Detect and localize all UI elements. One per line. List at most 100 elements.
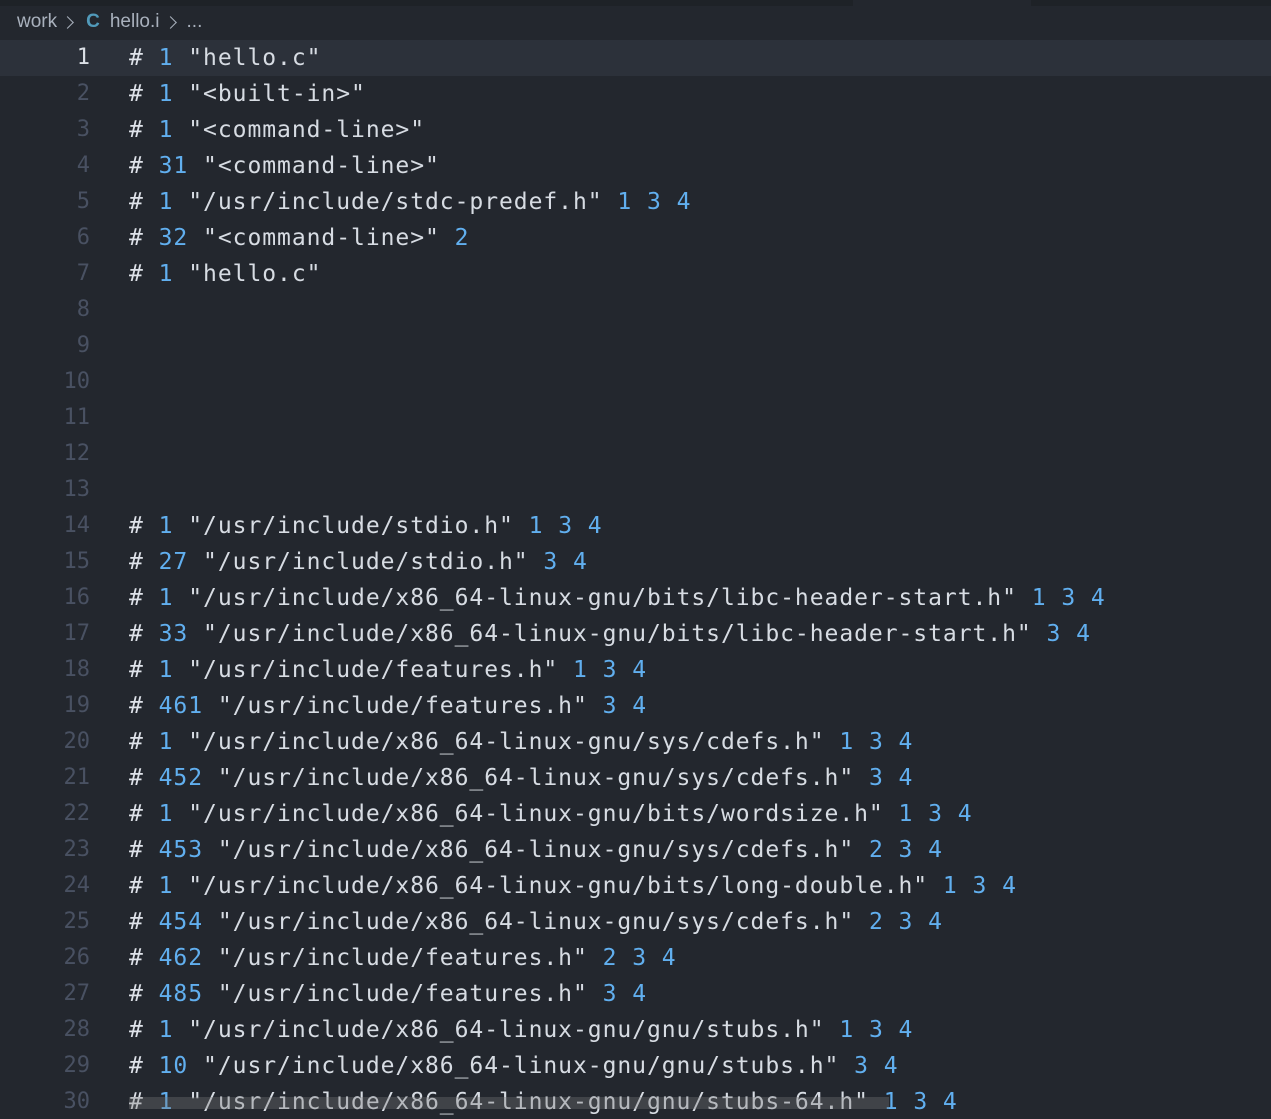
code-line[interactable]: 5 # 1 "/usr/include/stdc-predef.h" 1 3 4	[0, 184, 1271, 220]
code-line[interactable]: 25 # 454 "/usr/include/x86_64-linux-gnu/s…	[0, 904, 1271, 940]
line-hash: #	[129, 1053, 144, 1079]
line-content: # 485 "/usr/include/features.h" 3 4	[129, 976, 647, 1012]
code-line[interactable]: 9	[0, 328, 1271, 364]
code-line[interactable]: 3 # 1 "<command-line>"	[0, 112, 1271, 148]
line-number: 6	[76, 225, 90, 250]
breadcrumb-symbols[interactable]: ...	[187, 11, 203, 33]
line-marker-filename: "<built-in>"	[188, 81, 366, 107]
line-number: 9	[76, 333, 90, 358]
line-marker-flags: 1 3 4	[617, 189, 692, 215]
line-hash: #	[129, 981, 144, 1007]
line-marker-number: 32	[158, 225, 189, 251]
line-marker-flags: 3 4	[1046, 621, 1091, 647]
code-line[interactable]: 7 # 1 "hello.c"	[0, 256, 1271, 292]
line-marker-flags: 1 3 4	[573, 657, 647, 683]
code-line[interactable]: 15 # 27 "/usr/include/stdio.h" 3 4	[0, 544, 1271, 580]
line-marker-filename: "/usr/include/stdio.h"	[188, 513, 514, 539]
line-marker-flags: 3 4	[868, 765, 914, 791]
code-line[interactable]: 29 # 10 "/usr/include/x86_64-linux-gnu/gn…	[0, 1048, 1271, 1084]
code-line[interactable]: 20 # 1 "/usr/include/x86_64-linux-gnu/sys…	[0, 724, 1271, 760]
line-number: 12	[63, 441, 91, 466]
code-line[interactable]: 2 # 1 "<built-in>"	[0, 76, 1271, 112]
line-marker-filename: "/usr/include/x86_64-linux-gnu/bits/long…	[188, 873, 929, 899]
line-number: 23	[63, 837, 91, 862]
code-line[interactable]: 14 # 1 "/usr/include/stdio.h" 1 3 4	[0, 508, 1271, 544]
line-content: # 453 "/usr/include/x86_64-linux-gnu/sys…	[129, 832, 943, 868]
line-marker-filename: "/usr/include/features.h"	[217, 981, 588, 1007]
line-number: 17	[63, 621, 91, 646]
code-line[interactable]: 16 # 1 "/usr/include/x86_64-linux-gnu/bit…	[0, 580, 1271, 616]
line-hash: #	[129, 729, 144, 755]
code-line[interactable]: 23 # 453 "/usr/include/x86_64-linux-gnu/s…	[0, 832, 1271, 868]
line-marker-flags: 1 3 4	[942, 873, 1017, 899]
line-hash: #	[129, 621, 144, 647]
code-line[interactable]: 11	[0, 400, 1271, 436]
code-line[interactable]: 28 # 1 "/usr/include/x86_64-linux-gnu/gnu…	[0, 1012, 1271, 1048]
line-marker-filename: "/usr/include/x86_64-linux-gnu/bits/libc…	[203, 621, 1032, 647]
line-marker-flags: 2 3 4	[868, 909, 943, 935]
code-line[interactable]: 19 # 461 "/usr/include/features.h" 3 4	[0, 688, 1271, 724]
line-marker-flags: 2 3 4	[868, 837, 943, 863]
horizontal-scrollbar[interactable]	[129, 1097, 889, 1109]
line-number: 18	[63, 657, 91, 682]
code-line[interactable]: 17 # 33 "/usr/include/x86_64-linux-gnu/bi…	[0, 616, 1271, 652]
code-line[interactable]: 12	[0, 436, 1271, 472]
line-content: # 1 "hello.c"	[129, 40, 321, 76]
line-content: # 1 "/usr/include/features.h" 1 3 4	[129, 652, 647, 688]
code-line[interactable]: 18 # 1 "/usr/include/features.h" 1 3 4	[0, 652, 1271, 688]
line-content: # 1 "<built-in>"	[129, 76, 366, 112]
code-line[interactable]: 13	[0, 472, 1271, 508]
line-marker-filename: "hello.c"	[188, 45, 322, 71]
line-marker-number: 454	[158, 909, 204, 935]
line-marker-filename: "hello.c"	[188, 261, 322, 287]
line-marker-flags: 3 4	[602, 981, 647, 1007]
line-hash: #	[129, 225, 144, 251]
line-content: # 1 "/usr/include/x86_64-linux-gnu/sys/c…	[129, 724, 913, 760]
line-marker-filename: "/usr/include/stdio.h"	[203, 549, 529, 575]
line-marker-flags: 3 4	[854, 1053, 899, 1079]
line-hash: #	[129, 801, 144, 827]
line-marker-filename: "/usr/include/x86_64-linux-gnu/bits/libc…	[188, 585, 1017, 611]
line-number: 15	[63, 549, 91, 574]
line-number: 30	[63, 1089, 91, 1114]
line-marker-number: 33	[158, 621, 189, 647]
chevron-right-icon	[61, 15, 74, 29]
line-number: 2	[76, 81, 90, 106]
line-content: # 454 "/usr/include/x86_64-linux-gnu/sys…	[129, 904, 943, 940]
breadcrumb-folder[interactable]: work	[17, 11, 57, 33]
line-hash: #	[129, 585, 144, 611]
line-marker-flags: 1 3 4	[1031, 585, 1106, 611]
line-marker-flags: 1 3 4	[883, 1089, 958, 1115]
line-number: 7	[76, 261, 90, 286]
code-line[interactable]: 21 # 452 "/usr/include/x86_64-linux-gnu/s…	[0, 760, 1271, 796]
line-hash: #	[129, 189, 144, 215]
line-number: 25	[63, 909, 91, 934]
code-line[interactable]: 6 # 32 "<command-line>" 2	[0, 220, 1271, 256]
code-line[interactable]: 1 # 1 "hello.c"	[0, 40, 1271, 76]
code-editor[interactable]: 1 # 1 "hello.c" 2 # 1 "<built-in>" 3 # 1 "<co…	[0, 40, 1271, 1119]
breadcrumb-file[interactable]: hello.i	[110, 11, 160, 33]
code-line[interactable]: 10	[0, 364, 1271, 400]
code-line[interactable]: 26 # 462 "/usr/include/features.h" 2 3 4	[0, 940, 1271, 976]
code-line[interactable]: 4 # 31 "<command-line>"	[0, 148, 1271, 184]
line-marker-flags: 3 4	[602, 693, 647, 719]
code-line[interactable]: 24 # 1 "/usr/include/x86_64-linux-gnu/bit…	[0, 868, 1271, 904]
breadcrumb: work C hello.i ...	[0, 6, 1271, 38]
line-hash: #	[129, 693, 144, 719]
code-line[interactable]: 22 # 1 "/usr/include/x86_64-linux-gnu/bit…	[0, 796, 1271, 832]
line-content: # 1 "/usr/include/stdio.h" 1 3 4	[129, 508, 603, 544]
line-marker-flags: 1 3 4	[898, 801, 973, 827]
line-marker-flags: 1 3 4	[839, 1017, 914, 1043]
line-hash: #	[129, 549, 144, 575]
line-content: # 32 "<command-line>" 2	[129, 220, 469, 256]
line-marker-number: 27	[158, 549, 189, 575]
line-hash: #	[129, 909, 144, 935]
line-marker-flags: 2 3 4	[602, 945, 677, 971]
line-number: 14	[63, 513, 91, 538]
line-marker-filename: "/usr/include/x86_64-linux-gnu/sys/cdefs…	[217, 909, 855, 935]
line-marker-number: 1	[158, 657, 174, 683]
code-line[interactable]: 8	[0, 292, 1271, 328]
code-line[interactable]: 27 # 485 "/usr/include/features.h" 3 4	[0, 976, 1271, 1012]
line-content: # 1 "hello.c"	[129, 256, 321, 292]
line-content: # 31 "<command-line>"	[129, 148, 440, 184]
